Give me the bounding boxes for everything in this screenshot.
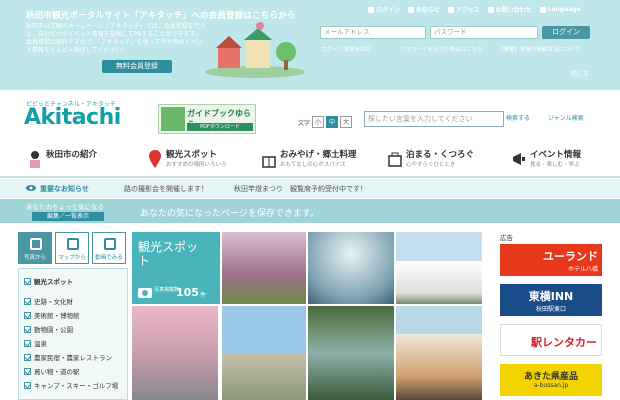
spot-title: 観光スポット bbox=[138, 240, 199, 268]
info-status-link[interactable]: 【要要】情報の掲載状況について bbox=[498, 45, 580, 53]
category-item[interactable]: 農家民宿・農家レストラン bbox=[24, 352, 112, 362]
category-item[interactable]: 買い物・道の駅 bbox=[24, 366, 80, 376]
category-item[interactable]: 史跡・文化財 bbox=[24, 296, 73, 306]
nav-intro[interactable]: 秋田市の紹介 bbox=[28, 150, 97, 168]
ad-toyoko-inn[interactable]: 東横INN 秋田駅東口 bbox=[500, 284, 602, 316]
nav-intro-label: 秋田市の紹介 bbox=[46, 150, 98, 160]
check-icon bbox=[24, 311, 31, 319]
globe-icon bbox=[539, 6, 546, 13]
check-icon bbox=[24, 381, 31, 389]
font-size-label: 文字 bbox=[298, 119, 311, 127]
pdf-download-button[interactable]: PDFダウンロード bbox=[187, 123, 253, 131]
photo-tile[interactable] bbox=[396, 232, 482, 304]
keep-login-checkbox[interactable]: ログイン状態を保存 bbox=[322, 45, 372, 53]
nav-souvenirs[interactable]: おみやげ・郷土料理おもてなしの心がスパイス bbox=[262, 150, 357, 168]
camera-icon bbox=[138, 288, 152, 298]
photo-tile[interactable] bbox=[132, 306, 218, 400]
tab-video[interactable]: 動画でみる bbox=[92, 232, 126, 264]
camera-icon bbox=[30, 238, 42, 250]
genre-search-button[interactable]: ジャンル検索 bbox=[548, 111, 596, 127]
forgot-password-link[interactable]: パスワードを忘れた場合はこちら bbox=[400, 45, 483, 53]
news-link[interactable]: お知らせ bbox=[408, 5, 440, 14]
news-icon bbox=[408, 6, 415, 13]
tab-map[interactable]: マップから bbox=[55, 232, 89, 264]
member-description: 秋田市公式観光ホームページ「アキタッチ」では、会員登録を行うと、自分だけのイベン… bbox=[26, 23, 206, 54]
password-field[interactable]: パスワード bbox=[430, 26, 538, 39]
login-button[interactable]: ログイン bbox=[542, 26, 590, 39]
nav-stay-label: 泊まる・くつろぐ bbox=[406, 150, 475, 160]
notice-item[interactable]: 路の撮影会を開催します！ bbox=[124, 184, 208, 194]
suitcase-icon bbox=[388, 152, 402, 167]
check-icon bbox=[24, 367, 31, 375]
category-item[interactable]: 温泉 bbox=[24, 338, 47, 348]
search-input[interactable]: 探したい言葉を入力してください bbox=[364, 111, 504, 127]
email-field[interactable]: メールアドレス bbox=[320, 26, 426, 39]
access-icon bbox=[447, 6, 454, 13]
guidebook-banner[interactable]: ガイドブックゆらら PDFダウンロード bbox=[158, 104, 256, 134]
close-banner-button[interactable]: 閉じる bbox=[571, 69, 589, 78]
town-illustration bbox=[205, 22, 305, 78]
font-large-button[interactable]: 大 bbox=[340, 116, 353, 128]
font-medium-button[interactable]: 中 bbox=[326, 116, 339, 128]
nav-stay-sub: 心やすらぐひととき bbox=[406, 162, 456, 168]
tab-photo[interactable]: 写真から bbox=[18, 232, 52, 264]
language-link[interactable]: Language bbox=[539, 5, 581, 14]
contact-link[interactable]: お問い合わせ bbox=[487, 5, 532, 14]
nav-events-sub: 見る・楽しむ・学ぶ bbox=[530, 162, 580, 168]
category-item[interactable]: キャンプ・スキー・ゴルフ場 bbox=[24, 380, 118, 390]
photo-tile[interactable] bbox=[222, 232, 306, 304]
megaphone-icon bbox=[513, 153, 525, 165]
ad-akita-products[interactable]: あきた県産品 a-bussan.jp bbox=[500, 364, 602, 396]
register-button[interactable]: 無料会員登録 bbox=[102, 60, 172, 73]
pin-icon bbox=[149, 150, 161, 168]
category-header[interactable]: 観光スポット bbox=[24, 276, 73, 286]
photo-tile[interactable] bbox=[308, 306, 394, 400]
category-item[interactable]: 美術館・博物館 bbox=[24, 310, 80, 320]
nav-souvenirs-label: おみやげ・郷土料理 bbox=[280, 150, 357, 160]
akitachi-logo[interactable]: Akitachi bbox=[24, 105, 121, 130]
nav-events[interactable]: イベント情報見る・楽しむ・学ぶ bbox=[512, 150, 581, 168]
photo-tile[interactable] bbox=[396, 306, 482, 400]
search-button[interactable]: 検索する bbox=[506, 111, 542, 127]
top-nav: ログイン お知らせ アクセス お問い合わせ Language bbox=[368, 5, 581, 14]
check-icon bbox=[24, 339, 31, 347]
edit-list-button[interactable]: 編集／一覧表示 bbox=[32, 212, 104, 221]
font-small-button[interactable]: 小 bbox=[312, 116, 325, 128]
photo-tile[interactable] bbox=[222, 306, 306, 400]
nav-events-label: イベント情報 bbox=[530, 150, 582, 160]
ad-yuland[interactable]: ユーランド ホテル八橋 bbox=[500, 244, 602, 276]
saved-pages-label: あなたのちょっと気になる bbox=[26, 203, 104, 211]
check-icon bbox=[24, 297, 31, 305]
play-icon bbox=[104, 238, 116, 250]
nav-spots-label: 観光スポット bbox=[166, 150, 218, 160]
check-icon bbox=[24, 325, 31, 333]
save-message: あなたの気になったページを保存できます。 bbox=[140, 209, 319, 219]
nav-spots-sub: おすすめの場所いろいろ bbox=[166, 162, 227, 168]
login-link[interactable]: ログイン bbox=[368, 5, 400, 14]
check-icon bbox=[24, 277, 31, 285]
ads-header: 広告 bbox=[500, 234, 513, 242]
category-item[interactable]: 動物園・公園 bbox=[24, 324, 73, 334]
notice-item[interactable]: 秋田竿燈まつり 観覧席予約受付中です！ bbox=[234, 184, 367, 194]
login-icon bbox=[368, 6, 374, 13]
font-size-switcher: 文字 小 中 大 bbox=[298, 116, 353, 128]
nav-souvenirs-sub: おもてなしの心がスパイス bbox=[280, 162, 346, 168]
check-icon bbox=[24, 353, 31, 361]
ad-eki-rentacar[interactable]: 駅レンタカー bbox=[500, 324, 602, 356]
photo-tile[interactable] bbox=[308, 232, 394, 304]
spot-count: 105 bbox=[176, 286, 199, 299]
eye-icon bbox=[26, 185, 36, 191]
gift-icon bbox=[262, 156, 276, 168]
access-link[interactable]: アクセス bbox=[447, 5, 480, 14]
map-icon bbox=[67, 238, 79, 250]
guidebook-cover-icon bbox=[161, 107, 185, 131]
person-icon bbox=[30, 151, 40, 168]
nav-spots[interactable]: 観光スポットおすすめの場所いろいろ bbox=[148, 150, 227, 168]
spot-unit: 件 bbox=[200, 292, 207, 299]
notice-label: 重要なお知らせ bbox=[40, 185, 89, 193]
mail-icon bbox=[487, 6, 494, 13]
nav-stay[interactable]: 泊まる・くつろぐ心やすらぐひととき bbox=[388, 150, 474, 168]
